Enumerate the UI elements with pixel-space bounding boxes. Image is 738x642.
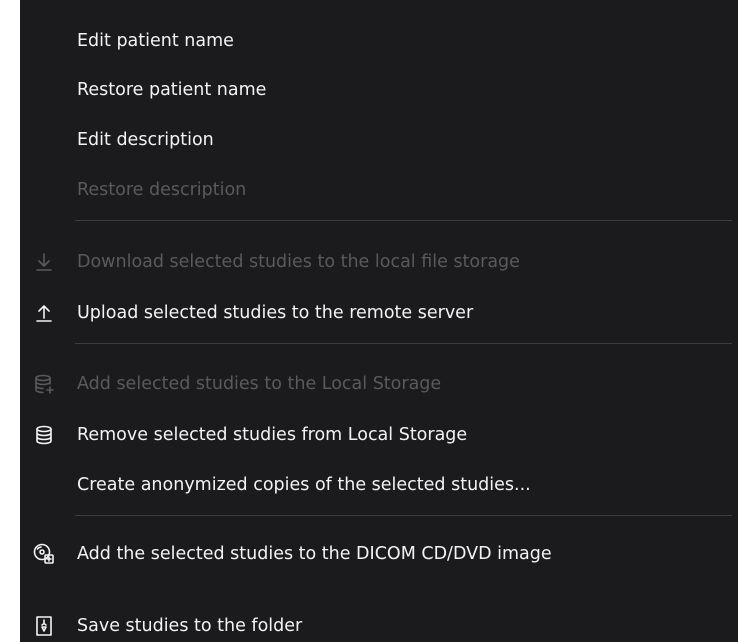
menu-item-add-to-dicom-disc-image[interactable]: Add the selected studies to the DICOM CD… [20,530,738,578]
menu-item-label: Add selected studies to the Local Storag… [77,374,442,394]
menu-item-edit-patient-name[interactable]: Edit patient name [20,17,738,65]
menu-item-label: Remove selected studies from Local Stora… [77,425,468,445]
menu-item-create-anonymized-copies[interactable]: Create anonymized copies of the selected… [20,461,738,509]
menu-item-label: Restore patient name [77,80,267,100]
menu-item-restore-patient-name[interactable]: Restore patient name [20,66,738,114]
menu-item-add-to-local-storage[interactable]: Add selected studies to the Local Storag… [20,360,738,408]
menu-item-label: Download selected studies to the local f… [77,252,520,272]
menu-separator [75,220,732,221]
menu-item-label: Create anonymized copies of the selected… [77,475,531,495]
studies-context-menu: Edit patient name Restore patient name E… [20,0,738,642]
menu-item-edit-description[interactable]: Edit description [20,116,738,164]
menu-item-restore-description[interactable]: Restore description [20,166,738,214]
menu-item-save-studies-to-folder[interactable]: Save studies to the folder [20,602,738,642]
menu-item-label: Upload selected studies to the remote se… [77,303,474,323]
save-to-folder-icon [32,614,56,638]
menu-item-label: Save studies to the folder [77,616,303,636]
menu-item-download-studies[interactable]: Download selected studies to the local f… [20,238,738,286]
menu-item-remove-from-local-storage[interactable]: Remove selected studies from Local Stora… [20,411,738,459]
menu-item-label: Edit patient name [77,31,234,51]
menu-item-label: Restore description [77,180,247,200]
menu-item-upload-studies[interactable]: Upload selected studies to the remote se… [20,289,738,337]
menu-item-label: Add the selected studies to the DICOM CD… [77,544,552,564]
disc-icon [32,542,56,566]
database-add-icon [32,372,56,396]
database-icon [32,423,56,447]
upload-icon [32,301,56,325]
menu-separator [75,515,732,516]
menu-item-label: Edit description [77,130,214,150]
menu-separator [75,343,732,344]
download-icon [32,250,56,274]
